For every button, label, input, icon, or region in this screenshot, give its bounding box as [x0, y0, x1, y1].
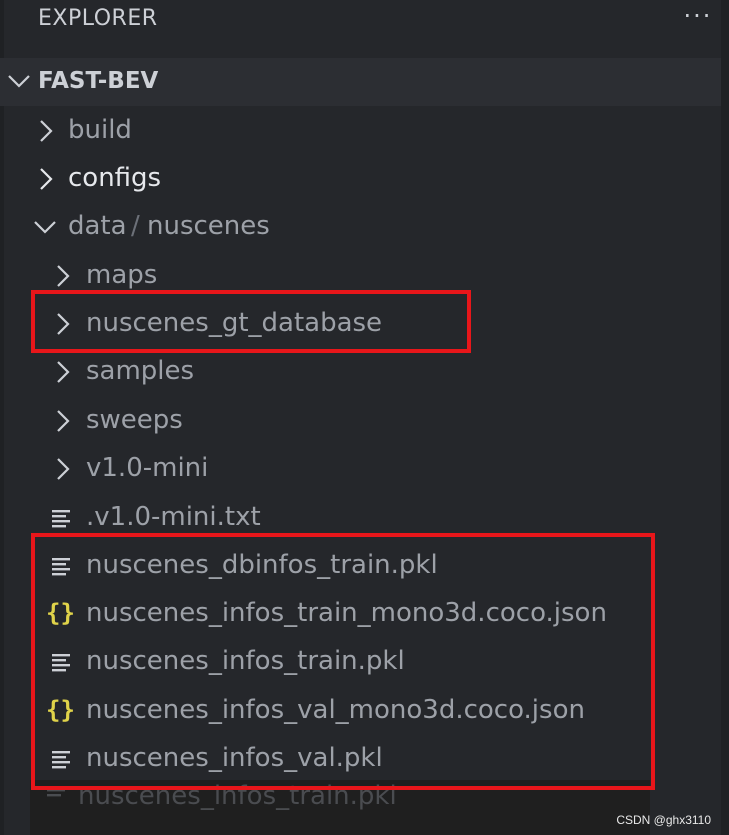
tree-item-label: samples: [86, 356, 195, 386]
tree-item-label: maps: [86, 260, 158, 290]
chevron-right-icon: [57, 410, 70, 432]
tree-item-samples[interactable]: samples: [0, 348, 721, 396]
tree-item-configs[interactable]: configs: [0, 155, 721, 203]
explorer-panel: EXPLORER ··· FAST-BEV build configs data…: [0, 0, 729, 835]
highlight-box-info-files: [31, 533, 655, 790]
tree-item-label-child: nuscenes: [147, 211, 270, 241]
chevron-right-icon: [57, 458, 70, 480]
tree-item-sweeps[interactable]: sweeps: [0, 397, 721, 445]
tree-item-data-nuscenes[interactable]: data / nuscenes: [0, 203, 721, 251]
chevron-right-icon: [57, 265, 70, 287]
path-separator: /: [131, 211, 140, 241]
chevron-right-icon: [40, 120, 53, 142]
panel-right-edge: [721, 0, 729, 835]
section-title: FAST-BEV: [38, 68, 159, 94]
text-file-icon: [52, 510, 70, 528]
watermark-text: CSDN @ghx3110: [616, 813, 711, 827]
tree-item-label: .v1.0-mini.txt: [86, 502, 261, 532]
highlight-box-gt-database: [31, 290, 471, 353]
text-file-icon: [47, 789, 65, 797]
tree-item-build[interactable]: build: [0, 107, 721, 155]
tree-item-label: configs: [68, 163, 162, 193]
explorer-header: EXPLORER ···: [0, 0, 721, 44]
tree-item-label: build: [68, 115, 132, 145]
explorer-title: EXPLORER: [38, 6, 158, 31]
tree-item-label: sweeps: [86, 405, 183, 435]
more-actions-icon[interactable]: ···: [680, 4, 716, 34]
chevron-right-icon: [40, 168, 53, 190]
tree-item-label-parent: data: [68, 211, 127, 241]
chevron-right-icon: [57, 361, 70, 383]
chevron-down-icon: [8, 75, 30, 88]
section-header-fast-bev[interactable]: FAST-BEV: [0, 58, 721, 106]
tree-item-v1-0-mini[interactable]: v1.0-mini: [0, 445, 721, 493]
tree-item-label: v1.0-mini: [86, 453, 209, 483]
chevron-down-icon: [34, 221, 56, 234]
